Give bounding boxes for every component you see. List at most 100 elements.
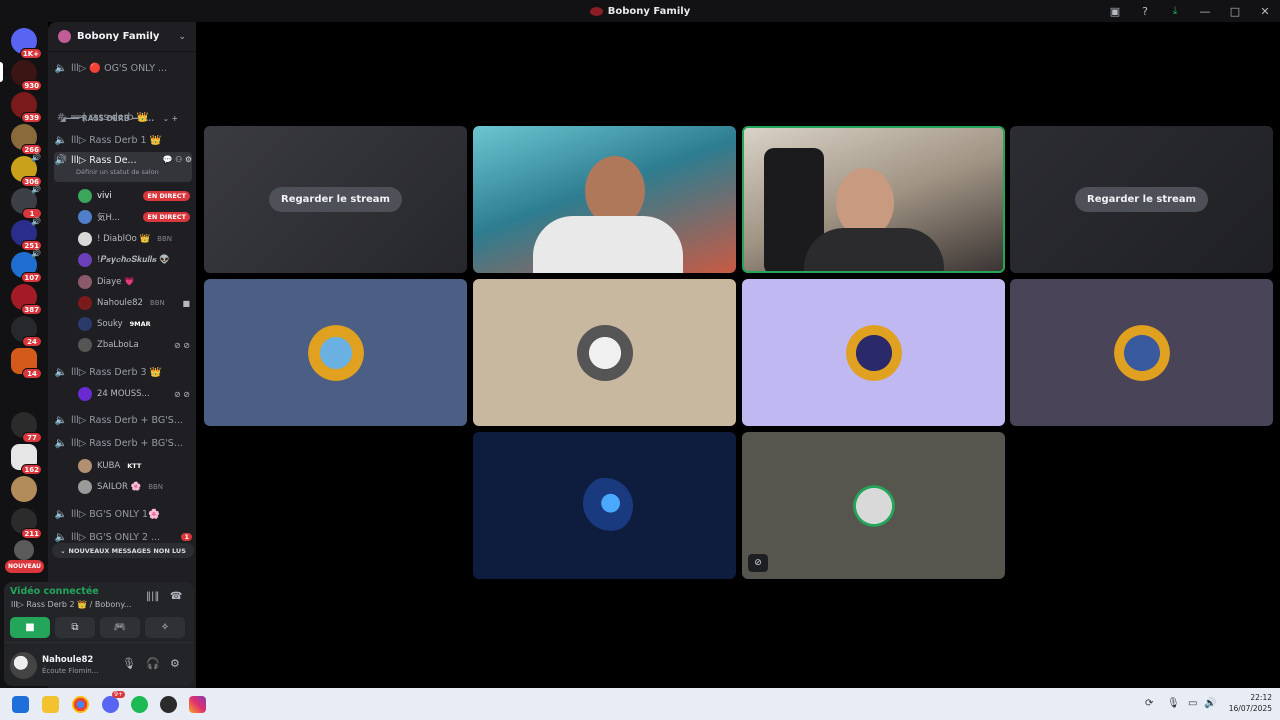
voice-user[interactable]: vivi EN DIRECT: [78, 186, 190, 206]
spotify-icon[interactable]: [131, 696, 148, 713]
avatar-tile[interactable]: [473, 432, 736, 579]
download-icon[interactable]: ⤓: [1160, 4, 1190, 18]
obs-icon[interactable]: [160, 696, 177, 713]
headphones-icon[interactable]: 🎧: [146, 657, 160, 670]
title-bar: Bobony Family ▣ ? ⤓ — □ ✕: [0, 0, 1280, 22]
instagram-icon[interactable]: [189, 696, 206, 713]
discord-icon[interactable]: 9+: [102, 691, 125, 713]
voice-user[interactable]: Diaye 💗: [78, 272, 190, 292]
server-icon[interactable]: 🔊 107: [11, 249, 42, 283]
connection-status[interactable]: Vidéo connectée: [10, 586, 99, 597]
avatar: [78, 253, 92, 267]
close-button[interactable]: ✕: [1250, 5, 1280, 18]
screen-share-button[interactable]: ⧉: [55, 617, 95, 638]
stream-tile[interactable]: Regarder le stream: [1010, 126, 1273, 273]
voice-user[interactable]: KUBA KTT: [78, 456, 190, 476]
user-avatar[interactable]: [10, 652, 37, 679]
disconnect-icon[interactable]: ☎: [170, 591, 182, 602]
video-tile[interactable]: [473, 126, 736, 273]
server-icon[interactable]: 🔊 1: [11, 185, 42, 219]
watch-stream-button[interactable]: Regarder le stream: [269, 187, 402, 212]
video-tile-speaking[interactable]: [742, 126, 1005, 273]
camera-button[interactable]: ■: [10, 617, 50, 638]
server-icon[interactable]: 162: [11, 444, 42, 475]
voice-channel[interactable]: 🔈 lll▷ Rass Derb + BG'S...: [54, 433, 192, 453]
camera-icon: ■: [25, 622, 35, 633]
server-icon[interactable]: 930: [11, 60, 42, 91]
server-icon[interactable]: 77: [11, 412, 42, 443]
channel-status[interactable]: Définir un statut de salon: [76, 168, 159, 176]
avatar-tile[interactable]: ⊘: [742, 432, 1005, 579]
volume-icon[interactable]: 🔊: [1204, 698, 1216, 709]
server-icon[interactable]: 211: [11, 508, 42, 539]
server-icon[interactable]: 14: [11, 348, 42, 379]
window-title: Bobony Family: [607, 5, 691, 17]
server-icon[interactable]: 🔊 306: [11, 153, 42, 187]
voice-user[interactable]: Nahoule82 BBN ■: [78, 293, 190, 313]
server-icon[interactable]: 387: [11, 284, 42, 315]
speaker-icon: 🔈: [54, 414, 68, 426]
server-icon[interactable]: 266: [11, 124, 42, 155]
help-icon[interactable]: ?: [1130, 5, 1160, 18]
guild-header[interactable]: Bobony Family ⌄: [48, 22, 196, 52]
server-icon[interactable]: [11, 476, 37, 502]
avatar-tile[interactable]: [742, 279, 1005, 426]
server-icon[interactable]: 24: [11, 316, 42, 347]
new-messages-bar[interactable]: ⌄ NOUVEAUX MESSAGES NON LUS: [52, 543, 194, 558]
voice-channel[interactable]: 🔈 lll▷ Rass Derb + BG'S...: [54, 410, 192, 430]
user-panel: Nahoule82 Écoute Flomin... 🎙 🎧 ⚙: [4, 642, 194, 686]
new-badge[interactable]: NOUVEAU: [5, 560, 44, 573]
discord-taskbar-badge: 9+: [112, 691, 125, 698]
discord-window: Bobony Family ▣ ? ⤓ — □ ✕ 1K+ 930 939 26…: [0, 0, 1280, 720]
voice-user[interactable]: 24 MOUSS... ⊘ ⊘: [78, 384, 190, 404]
noise-suppression-icon[interactable]: ‖|‖: [146, 591, 159, 602]
channel-actions-icon[interactable]: 💬 ⚇ ⚙: [163, 155, 192, 164]
username[interactable]: Nahoule82: [42, 655, 93, 665]
server-icon[interactable]: [14, 540, 34, 560]
voice-channel[interactable]: 🔈 lll▷ Rass Derb 3 👑: [54, 362, 192, 382]
server-logo-icon: [589, 6, 603, 16]
chevron-down-icon: ⌄: [60, 546, 66, 555]
user-tag: BBN: [157, 235, 173, 243]
text-channel[interactable]: # ══| rass-derb 👑: [54, 107, 192, 127]
microphone-tray-icon[interactable]: 🎙: [1167, 698, 1180, 709]
avatar-tile[interactable]: [473, 279, 736, 426]
network-icon[interactable]: ⟳: [1145, 698, 1153, 709]
file-explorer-icon[interactable]: [42, 696, 59, 713]
server-icon[interactable]: 939: [11, 92, 42, 123]
chrome-icon[interactable]: [72, 696, 89, 713]
server-icon[interactable]: 🔊 251: [11, 217, 42, 251]
speaker-icon: 🔈: [54, 531, 68, 543]
soundboard-button[interactable]: ✧: [145, 617, 185, 638]
stream-tile[interactable]: Regarder le stream: [204, 126, 467, 273]
inbox-icon[interactable]: ▣: [1100, 5, 1130, 18]
voice-channel[interactable]: 🔈 lll▷ Rass Derb 1 👑: [54, 130, 192, 150]
voice-user[interactable]: !𝑷𝒔𝒚𝒄𝒉𝒐𝑺𝒌𝒖𝒍𝒍𝒔 👽: [78, 250, 190, 270]
voice-channel[interactable]: 🔈 lll▷ BG'S ONLY 1🌸: [54, 504, 192, 524]
voice-user[interactable]: ZbaLboLa ⊘ ⊘: [78, 335, 190, 355]
settings-icon[interactable]: ⚙: [170, 657, 180, 670]
voice-user[interactable]: SAILOR 🌸 BBN: [78, 477, 190, 497]
voice-channel[interactable]: 🔈 lll▷ 🔴 OG'S ONLY ...: [54, 58, 192, 78]
display-icon[interactable]: ▭: [1188, 698, 1197, 709]
speaker-icon: 🔈: [54, 134, 68, 146]
speaker-icon: 🔈: [54, 508, 68, 520]
video-stage: Regarder le stream Regarder le stream ⊘: [197, 22, 1280, 688]
avatar-tile[interactable]: [1010, 279, 1273, 426]
microphone-icon[interactable]: 🎙: [122, 657, 136, 670]
discord-home-button[interactable]: 1K+: [11, 28, 42, 59]
voice-channel-active[interactable]: 🔊 lll▷ Rass De... 💬 ⚇ ⚙ Définir un statu…: [54, 152, 192, 182]
voice-user[interactable]: ! DiablOo 👑 BBN: [78, 229, 190, 249]
speaker-icon: 🔊: [54, 155, 68, 166]
activities-button[interactable]: 🎮: [100, 617, 140, 638]
voice-user[interactable]: Souky 9MAR: [78, 314, 190, 334]
voice-user[interactable]: 気H... EN DIRECT: [78, 207, 190, 227]
connection-location[interactable]: lll▷ Rass Derb 2 👑 / Bobony...: [11, 600, 132, 609]
system-clock[interactable]: 22:12 16/07/2025: [1229, 692, 1272, 714]
avatar: [78, 338, 92, 352]
minimize-button[interactable]: —: [1190, 5, 1220, 18]
avatar-tile[interactable]: [204, 279, 467, 426]
maximize-button[interactable]: □: [1220, 5, 1250, 18]
watch-stream-button[interactable]: Regarder le stream: [1075, 187, 1208, 212]
windows-start-icon[interactable]: [12, 696, 29, 713]
